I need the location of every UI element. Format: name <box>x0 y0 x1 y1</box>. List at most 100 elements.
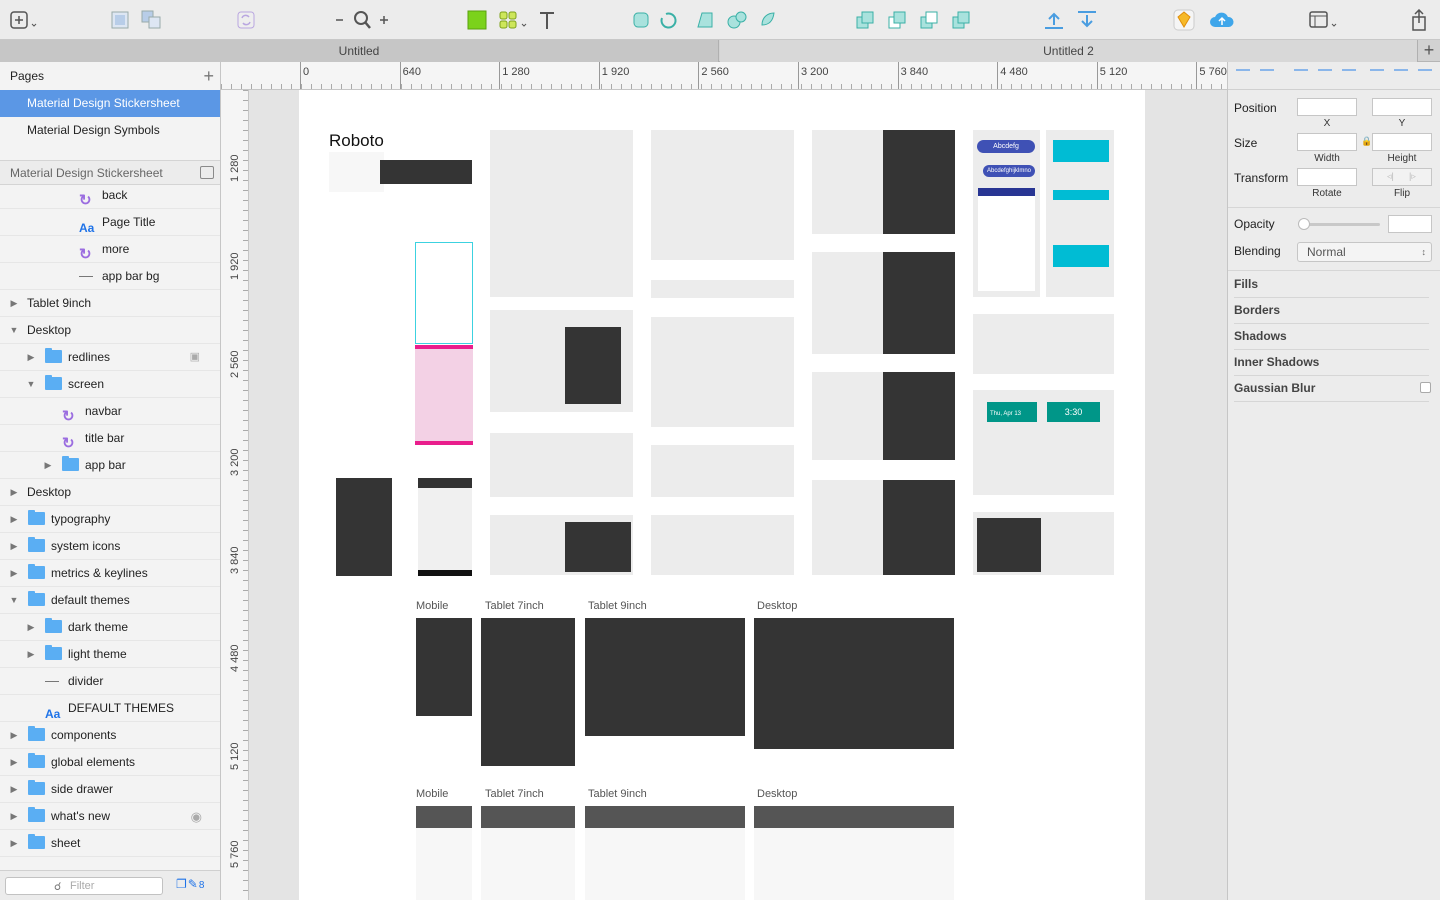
page-item[interactable]: Material Design Symbols <box>0 117 220 144</box>
rotate-input[interactable] <box>1297 168 1357 186</box>
disclosure-closed-icon[interactable]: ▶ <box>9 830 19 857</box>
layer-item[interactable]: ▶ Desktop <box>0 479 220 506</box>
disclosure-open-icon[interactable]: ▼ <box>26 371 36 398</box>
layer-item[interactable]: ▼ screen <box>0 371 220 398</box>
layer-item[interactable]: ▶ redlines ▣ <box>0 344 220 371</box>
disclosure-closed-icon[interactable]: ▶ <box>9 290 19 317</box>
layer-item[interactable]: ▶ what's new ◉ <box>0 803 220 830</box>
collapse-layers-icon[interactable] <box>200 166 214 179</box>
ungroup-button[interactable] <box>139 8 165 32</box>
disclosure-closed-icon[interactable]: ▶ <box>43 452 53 479</box>
export-button[interactable] <box>1407 8 1431 32</box>
add-page-plus-icon[interactable]: + <box>203 62 214 90</box>
layer-item[interactable]: ▶ dark theme <box>0 614 220 641</box>
flip-control[interactable]: ◃| |▹ <box>1372 168 1432 186</box>
horizontal-ruler[interactable]: 0 640 1 280 1 920 2 560 3 200 3 840 4 480 5 120 5… <box>221 62 1227 90</box>
opacity-slider[interactable] <box>1303 223 1380 226</box>
page-list: Material Design Stickersheet Material Des… <box>0 90 220 144</box>
vertical-ruler[interactable]: 1 280 1 920 2 560 3 200 3 840 4 480 5 120 5 760 <box>221 90 249 900</box>
disclosure-closed-icon[interactable]: ▶ <box>9 749 19 776</box>
text-tool-button[interactable] <box>536 8 558 32</box>
layer-item[interactable]: Aa Page Title <box>0 209 220 236</box>
layer-item[interactable]: ↻ title bar <box>0 425 220 452</box>
align-left-icon[interactable] <box>1294 69 1308 83</box>
disclosure-open-icon[interactable]: ▼ <box>9 317 19 344</box>
tab-untitled[interactable]: Untitled <box>0 40 719 62</box>
canvas[interactable]: Roboto Abcdefg Abcdefghijklmno Thu, Apr … <box>249 90 1227 900</box>
blending-select[interactable]: Normal ↕ <box>1297 242 1432 262</box>
align-top-icon[interactable] <box>1370 69 1384 83</box>
view-button[interactable] <box>1306 8 1340 32</box>
disclosure-closed-icon[interactable]: ▶ <box>9 479 19 506</box>
layer-item[interactable]: ▼ Desktop <box>0 317 220 344</box>
layer-item[interactable]: ↻ back <box>0 182 220 209</box>
disclosure-open-icon[interactable]: ▼ <box>9 587 19 614</box>
disclosure-closed-icon[interactable]: ▶ <box>9 560 19 587</box>
align-middle-icon[interactable] <box>1394 69 1408 83</box>
zoom-controls[interactable] <box>334 8 394 32</box>
distribute-horizontal-icon[interactable] <box>1236 69 1250 83</box>
disclosure-closed-icon[interactable]: ▶ <box>26 344 36 371</box>
inspector-section-header[interactable]: Fills <box>1234 277 1258 291</box>
sketch-button[interactable] <box>1172 8 1196 32</box>
disclosure-closed-icon[interactable]: ▶ <box>9 776 19 803</box>
group-button[interactable] <box>108 8 134 32</box>
width-input[interactable] <box>1297 133 1357 151</box>
layer-item[interactable]: ▶ metrics & keylines <box>0 560 220 587</box>
disclosure-closed-icon[interactable]: ▶ <box>26 641 36 668</box>
page-item[interactable]: Material Design Stickersheet <box>0 90 220 117</box>
layer-item[interactable]: ▶ side drawer <box>0 776 220 803</box>
layer-item[interactable]: ▶ global elements <box>0 749 220 776</box>
create-symbol-button[interactable] <box>234 8 260 32</box>
align-center-icon[interactable] <box>1318 69 1332 83</box>
distribute-vertical-icon[interactable] <box>1260 69 1274 83</box>
eye-icon[interactable]: ◉ <box>191 803 202 830</box>
gaussian-blur-checkbox[interactable] <box>1420 382 1431 393</box>
layer-item[interactable]: ▶ Tablet 9inch <box>0 290 220 317</box>
inspector-section-header[interactable]: Gaussian Blur <box>1234 381 1315 395</box>
layer-item[interactable]: ▶ system icons <box>0 533 220 560</box>
layer-item[interactable]: ▶ sheet <box>0 830 220 857</box>
layer-item[interactable]: ▶ app bar <box>0 452 220 479</box>
new-tab-plus-icon[interactable]: + <box>1417 40 1440 62</box>
filter-input[interactable]: ☌ Filter <box>5 877 163 895</box>
position-x-input[interactable] <box>1297 98 1357 116</box>
flip-vertical-icon[interactable]: |▹ <box>1409 171 1416 182</box>
layer-item[interactable]: ▼ default themes <box>0 587 220 614</box>
tab-untitled-2[interactable]: Untitled 2 <box>720 40 1417 62</box>
stickersheet-artboard[interactable]: Roboto Abcdefg Abcdefghijklmno Thu, Apr … <box>299 90 1145 900</box>
align-right-icon[interactable] <box>1342 69 1356 83</box>
height-input[interactable] <box>1372 133 1432 151</box>
layer-item[interactable]: app bar bg <box>0 263 220 290</box>
disclosure-closed-icon[interactable]: ▶ <box>9 506 19 533</box>
filter-options[interactable]: ❐✎8 <box>176 877 205 891</box>
shape-button[interactable] <box>465 8 489 32</box>
path-operations[interactable] <box>630 8 780 32</box>
shape-menu-button[interactable] <box>496 8 530 32</box>
disclosure-closed-icon[interactable]: ▶ <box>26 614 36 641</box>
cloud-button[interactable] <box>1207 8 1237 32</box>
inspector-section-header[interactable]: Inner Shadows <box>1234 355 1319 369</box>
position-y-input[interactable] <box>1372 98 1432 116</box>
opacity-input[interactable] <box>1388 215 1432 233</box>
disclosure-closed-icon[interactable]: ▶ <box>9 533 19 560</box>
lock-icon[interactable]: ▣ <box>190 344 200 371</box>
disclosure-closed-icon[interactable]: ▶ <box>9 722 19 749</box>
disclosure-closed-icon[interactable]: ▶ <box>9 803 19 830</box>
boolean-operations[interactable] <box>853 8 973 32</box>
flip-horizontal-icon[interactable]: ◃| <box>1387 171 1394 182</box>
insert-button[interactable] <box>6 8 40 32</box>
layer-item[interactable]: Aa DEFAULT THEMES <box>0 695 220 722</box>
forward-backward[interactable] <box>1040 8 1102 32</box>
layer-item[interactable]: divider <box>0 668 220 695</box>
layer-item[interactable]: ▶ components <box>0 722 220 749</box>
lock-ratio-icon[interactable]: 🔒 <box>1361 136 1372 147</box>
layer-item[interactable]: ↻ more <box>0 236 220 263</box>
layer-item[interactable]: ▶ light theme <box>0 641 220 668</box>
layer-item[interactable]: ↻ navbar <box>0 398 220 425</box>
align-bottom-icon[interactable] <box>1418 69 1432 83</box>
inspector-section-header[interactable]: Shadows <box>1234 329 1287 343</box>
inspector-section-header[interactable]: Borders <box>1234 303 1280 317</box>
opacity-slider-handle[interactable] <box>1298 218 1310 230</box>
layer-item[interactable]: ▶ typography <box>0 506 220 533</box>
